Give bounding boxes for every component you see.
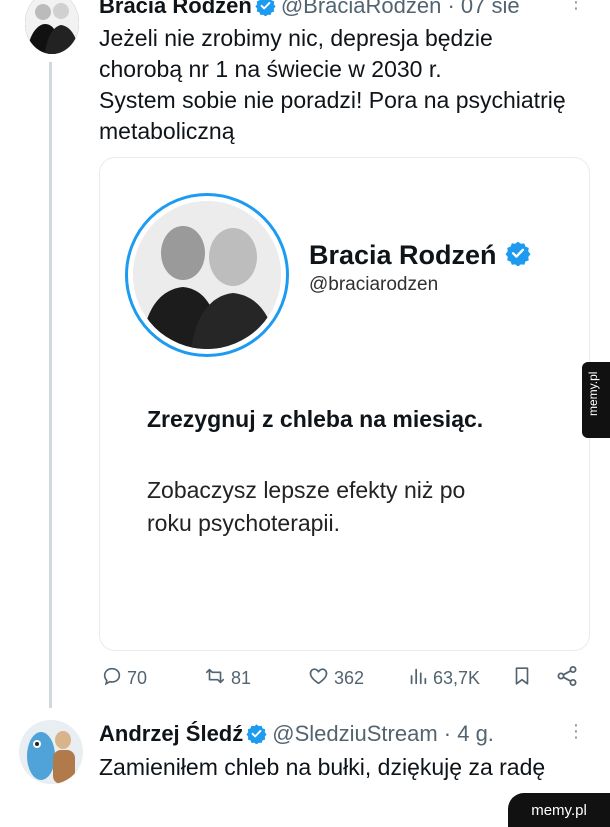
verified-icon [255, 0, 276, 22]
share-icon [555, 664, 579, 693]
more-icon[interactable]: ⋮ [567, 721, 586, 742]
reply-button[interactable]: 70 [101, 664, 147, 692]
author-name[interactable]: Andrzej Śledź [99, 721, 243, 746]
repost-count: 81 [231, 667, 252, 688]
views-button[interactable]: 63,7K [407, 664, 480, 692]
card-avatar-photo [133, 201, 281, 349]
tweet-text-line: metaboliczną [99, 118, 235, 144]
watermark-side: memy.pl [582, 362, 610, 438]
bookmark-icon [511, 664, 533, 693]
tweet-text-line: chorobą nr 1 na świecie w 2030 r. [99, 56, 442, 82]
timestamp[interactable]: 4 g. [457, 721, 494, 746]
tweet-text-line: Jeżeli nie zrobimy nic, depresja będzie [99, 25, 493, 51]
reply-icon [101, 665, 123, 692]
like-button[interactable]: 362 [307, 664, 364, 692]
author-handle[interactable]: @SledziuStream [272, 721, 437, 746]
card-body: Zobaczysz lepsze efekty niż po roku psyc… [147, 474, 567, 540]
share-button[interactable] [555, 664, 579, 692]
tweet-text: Jeżeli nie zrobimy nic, depresja będzie … [99, 23, 599, 147]
repost-button[interactable]: 81 [203, 664, 251, 692]
watermark-side-text: memy.pl [586, 371, 600, 416]
thread-line [49, 62, 52, 708]
card-name-text: Bracia Rodzeń [309, 240, 497, 270]
card-headline: Zrezygnuj z chleba na miesiąc. [147, 406, 484, 432]
like-icon [307, 665, 330, 692]
separator-dot: · [441, 0, 461, 18]
timestamp[interactable]: 07 sie [461, 0, 520, 18]
views-icon [407, 665, 429, 692]
tweet-header: Bracia Rodzeń @BraciaRodzen · 07 sie [99, 0, 520, 22]
separator-dot: · [437, 721, 458, 746]
bookmark-button[interactable] [511, 664, 533, 692]
avatar[interactable] [25, 0, 79, 54]
verified-icon [246, 723, 267, 750]
author-name[interactable]: Bracia Rodzeń [99, 0, 252, 18]
card-handle: @braciarodzen [309, 274, 439, 295]
card-body-line: Zobaczysz lepsze efekty niż po [147, 477, 466, 503]
more-icon[interactable]: ⋮ [567, 0, 586, 13]
repost-icon [203, 665, 227, 692]
verified-icon [505, 240, 531, 273]
tweet-header: Andrzej Śledź @SledziuStream · 4 g. [99, 721, 494, 750]
views-count: 63,7K [433, 667, 481, 688]
avatar[interactable] [19, 720, 83, 784]
watermark-bottom: memy.pl [508, 793, 610, 827]
like-count: 362 [334, 667, 365, 688]
tweet-text: Zamieniłem chleb na bułki, dziękuję za r… [99, 754, 546, 780]
author-handle[interactable]: @BraciaRodzen [281, 0, 442, 18]
tweet-text-line: System sobie nie poradzi! Pora na psychi… [99, 87, 566, 113]
card-body-line: roku psychoterapii. [147, 510, 341, 536]
card-name: Bracia Rodzeń [309, 240, 536, 273]
reply-count: 70 [127, 667, 148, 688]
